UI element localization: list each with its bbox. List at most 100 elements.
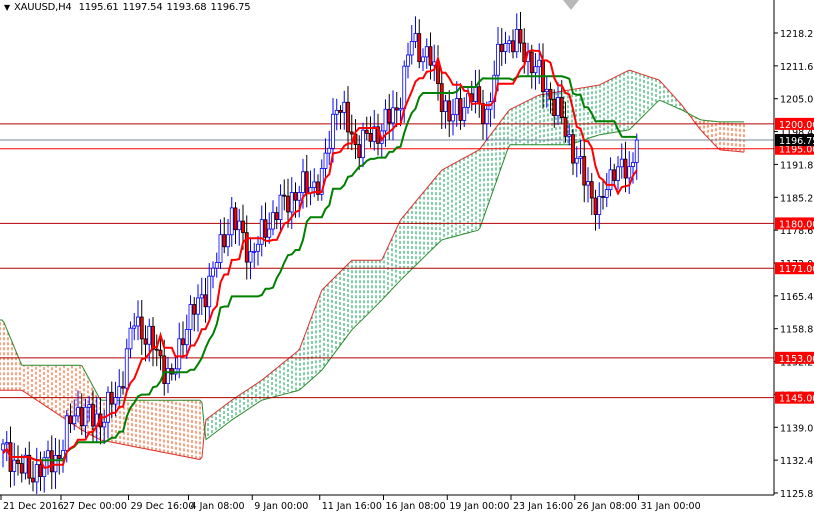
bullish-candle — [271, 200, 275, 236]
time-tick-label: 21 Dec 2016 — [3, 501, 64, 512]
candle-body — [608, 169, 613, 190]
bearish-candle — [222, 217, 227, 254]
candle-body — [222, 234, 227, 248]
candle-body — [154, 348, 159, 351]
bullish-candle — [308, 170, 313, 206]
bearish-candle — [349, 114, 354, 151]
bearish-candle — [469, 80, 474, 111]
candle-body — [357, 144, 362, 159]
bearish-candle — [612, 163, 617, 187]
candle-body — [499, 43, 504, 52]
bullish-candle — [323, 138, 328, 178]
candle-body — [364, 129, 369, 134]
candle-body — [597, 196, 602, 215]
candle-body — [83, 406, 88, 427]
candle-body — [57, 454, 62, 459]
candle-body — [556, 97, 560, 117]
candle-body — [533, 66, 538, 74]
bearish-candle — [511, 29, 515, 59]
candle-body — [334, 109, 339, 115]
candle-body — [218, 234, 223, 263]
level-price-label: 1200.00 — [779, 120, 814, 131]
candle-body — [286, 195, 290, 213]
candle-body — [473, 86, 478, 102]
bearish-candle — [417, 19, 422, 69]
price-axis-background — [774, 0, 814, 514]
bullish-candle — [413, 16, 418, 49]
bullish-candle — [507, 35, 512, 54]
bearish-candle — [151, 317, 155, 367]
candle-body — [548, 88, 553, 100]
bullish-candle — [297, 185, 302, 218]
candle-body — [203, 294, 208, 308]
bullish-candle — [421, 48, 425, 72]
bearish-candle — [394, 92, 399, 128]
candle-body — [327, 147, 332, 154]
candle-body — [214, 262, 219, 269]
bullish-candle — [462, 97, 467, 127]
candle-body — [12, 459, 17, 472]
candle-body — [184, 329, 189, 346]
price-tick-label: 1158.85 — [780, 325, 814, 336]
level-price-label: 1180.00 — [779, 219, 814, 230]
bullish-candle — [424, 38, 429, 69]
bearish-candle — [481, 89, 485, 140]
price-tick-label: 1211.65 — [780, 62, 814, 73]
candle-body — [589, 181, 594, 199]
bullish-candle — [537, 43, 542, 85]
bullish-candle — [76, 390, 80, 423]
bullish-candle — [578, 140, 583, 175]
candle-body — [196, 297, 200, 315]
candle-body — [312, 181, 317, 189]
bullish-candle — [42, 450, 47, 493]
bullish-candle — [12, 442, 17, 486]
bearish-candle — [439, 71, 444, 129]
time-tick-label: 31 Jan 00:00 — [641, 501, 701, 512]
price-tick-label: 1132.45 — [780, 456, 814, 467]
price-tick-label: 1125.85 — [780, 489, 814, 500]
candle-body — [124, 348, 129, 389]
candle-body — [38, 464, 43, 478]
candle-body — [304, 171, 309, 194]
bullish-candle — [391, 90, 395, 141]
candle-body — [529, 51, 534, 74]
bearish-candle — [49, 435, 54, 490]
bearish-candle — [571, 128, 575, 176]
candle-body — [368, 132, 373, 142]
candle-body — [166, 368, 170, 385]
candle-body — [447, 100, 452, 122]
bearish-candle — [623, 141, 628, 193]
candle-body — [106, 391, 110, 423]
candle-body — [267, 228, 272, 238]
candle-body — [132, 325, 137, 329]
candle-body — [484, 108, 489, 124]
bullish-candle — [278, 184, 283, 232]
candle-body — [233, 207, 238, 231]
candle-body — [121, 386, 125, 389]
bullish-candle — [267, 212, 272, 244]
candle-body — [72, 415, 77, 425]
candle-body — [136, 316, 140, 327]
candle-body — [402, 65, 407, 109]
candle-body — [4, 442, 9, 445]
bearish-candle — [16, 445, 20, 476]
bearish-candle — [181, 321, 185, 357]
candle-body — [79, 407, 84, 427]
candle-body — [19, 463, 24, 474]
level-price-label: 1145.00 — [779, 394, 814, 405]
time-tick-label: 27 Dec 00:00 — [63, 501, 127, 512]
bullish-candle — [46, 440, 50, 475]
bullish-candle — [503, 31, 508, 64]
bullish-candle — [102, 409, 107, 444]
time-tick-label: 26 Jan 08:00 — [577, 501, 637, 512]
candle-body — [297, 192, 302, 201]
current-price-label: 1196.75 — [779, 136, 814, 147]
bearish-candle — [203, 277, 208, 323]
candle-body — [567, 134, 572, 137]
candle-body — [128, 327, 133, 350]
candle-body — [349, 131, 354, 135]
candle-body — [323, 152, 328, 169]
candle-body — [439, 83, 444, 112]
candle-body — [514, 29, 519, 53]
bearish-candle — [304, 154, 309, 208]
